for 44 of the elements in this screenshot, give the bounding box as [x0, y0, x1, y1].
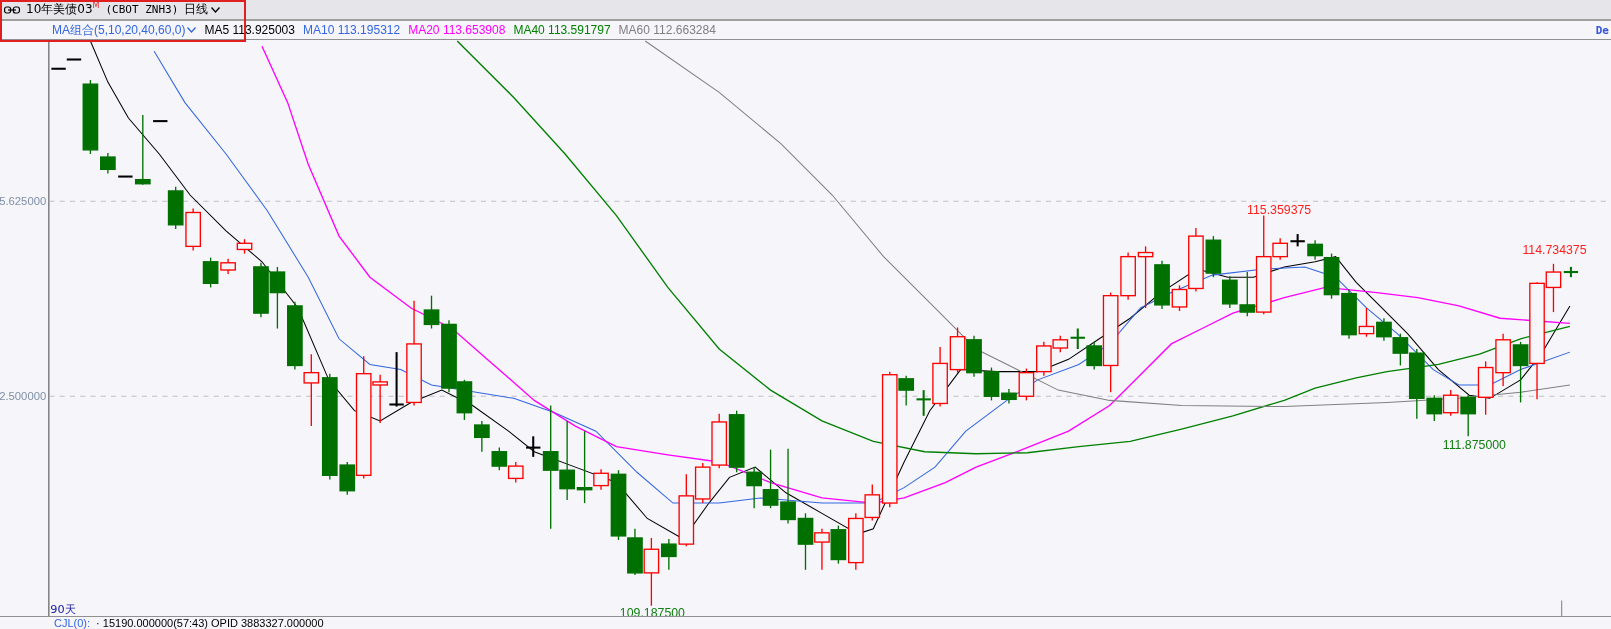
candlestick [287, 301, 303, 371]
ma-reading: MA10 113.195312 [302, 23, 401, 37]
candlestick [949, 326, 966, 374]
volume-reading: · 15190.000000(57:43) OPID 3883327.000000 [96, 617, 324, 629]
link-icon [4, 5, 20, 14]
price-label: 115.359375 [1247, 202, 1312, 217]
candlestick [1070, 328, 1085, 350]
candlestick [153, 120, 168, 123]
axis-label: 2.500000 [0, 390, 47, 403]
candlestick [1495, 332, 1511, 387]
candlestick [491, 446, 508, 471]
candlestick [474, 420, 490, 453]
corner-label: De [1595, 23, 1609, 37]
price-label: 114.734375 [1522, 242, 1587, 257]
candlestick [797, 512, 814, 571]
candlestick [966, 335, 982, 378]
axis-label: 5.625000 [0, 195, 47, 208]
chevron-icon [211, 6, 221, 13]
ma-reading: MA40 113.591797 [513, 23, 611, 37]
candlestick [711, 413, 728, 469]
candlestick [51, 67, 66, 70]
candlestick [507, 461, 524, 484]
ma-reading: MA20 113.653908 [408, 23, 506, 37]
candlestick [814, 528, 830, 571]
candlestick [185, 207, 201, 252]
candlestick [66, 58, 82, 61]
candlestick [389, 352, 404, 407]
candlestick [1137, 245, 1154, 309]
candlestick [236, 238, 253, 255]
candlestick [269, 266, 286, 330]
range-label: 90天 [50, 602, 76, 616]
price-label: 111.875000 [1442, 437, 1506, 452]
candlestick [762, 449, 779, 509]
candlestick [1221, 275, 1238, 309]
candlestick [253, 262, 269, 318]
candlestick [1376, 317, 1392, 342]
volume-label: CJL(0): [54, 617, 91, 629]
ma-reading: MA60 112.663284 [618, 23, 716, 37]
candlestick [167, 186, 184, 230]
candlestick [1477, 360, 1494, 416]
instrument-code: (CBOT ZNH3) [105, 3, 179, 16]
chevron-icon [187, 27, 197, 33]
ma-combo-dropdown[interactable]: MA组合(5,10,20,40,60,0) [52, 21, 197, 39]
period-dropdown[interactable]: 日线 [184, 1, 221, 18]
